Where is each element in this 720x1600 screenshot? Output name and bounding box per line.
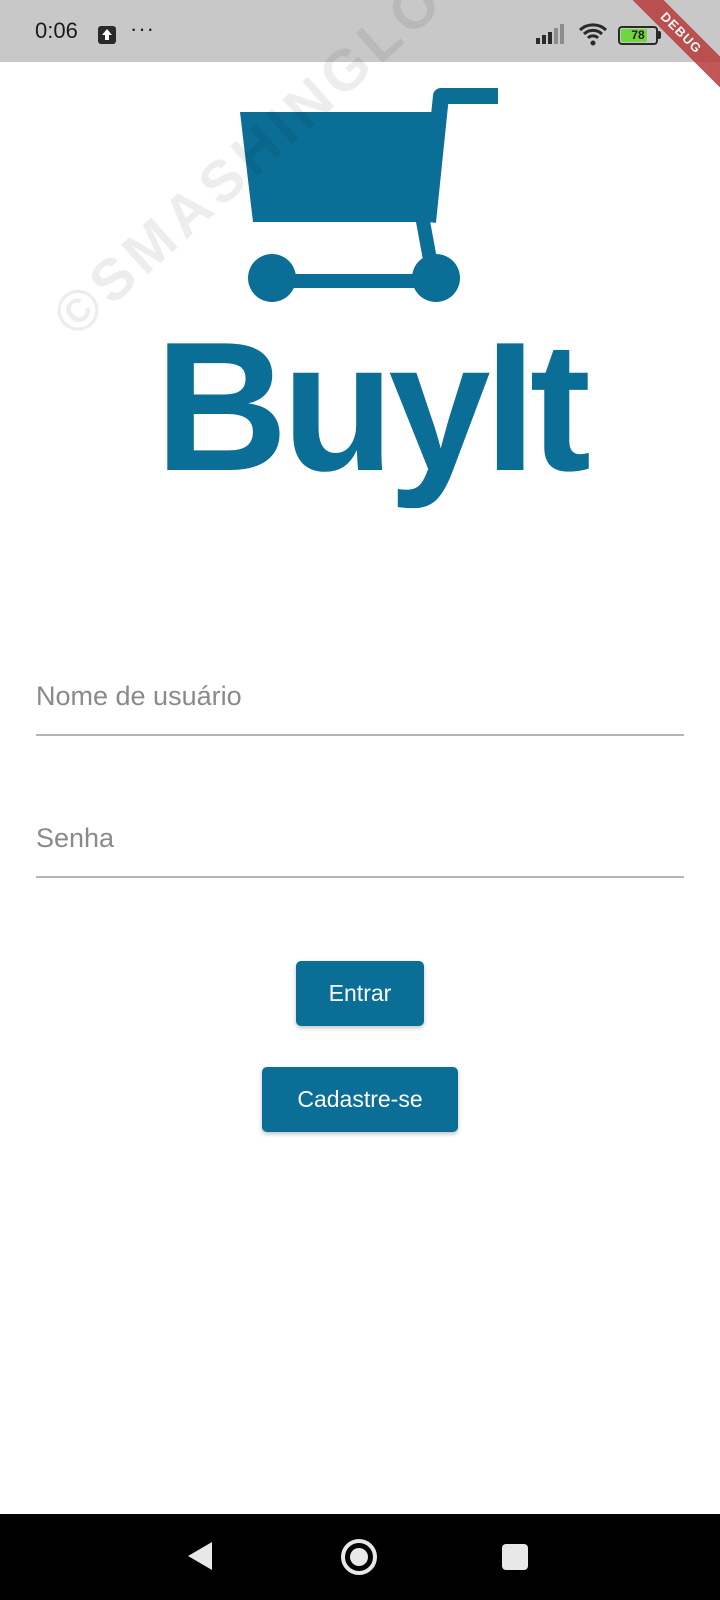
battery-level-text: 78 [631,28,645,42]
wifi-icon [578,22,608,51]
back-icon[interactable] [186,1540,214,1577]
signup-button[interactable]: Cadastre-se [262,1067,458,1132]
cart-handle [420,88,498,223]
recents-icon[interactable] [502,1544,528,1570]
cart-wheel-right [412,254,460,302]
battery-icon: 78 [618,26,658,45]
upload-icon [98,26,116,44]
login-screen: 0:06 ··· 78 DEBUG BuyIt ©SMASHINGLOGO No… [0,0,720,1600]
status-time: 0:06 [35,18,78,43]
navigation-bar [0,1514,720,1600]
logo-wordmark: BuyIt [155,303,590,509]
more-notifications-icon: ··· [130,16,155,41]
signal-icon [536,24,568,49]
home-icon[interactable] [340,1538,378,1581]
battery-tip [658,31,661,39]
cart-icon: BuyIt [155,88,596,509]
username-input[interactable] [36,681,684,712]
password-input[interactable] [36,823,684,854]
app-logo: BuyIt [110,76,630,526]
password-field[interactable] [36,796,684,878]
username-field[interactable] [36,654,684,736]
cart-wheel-left [248,254,296,302]
login-button[interactable]: Entrar [296,961,424,1026]
